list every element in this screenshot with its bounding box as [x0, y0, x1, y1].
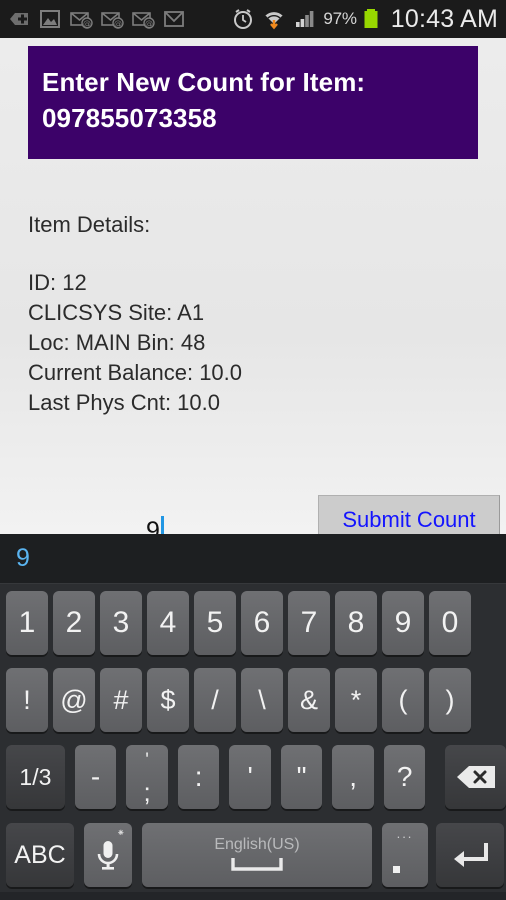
- page-title-line1: Enter New Count for Item:: [42, 67, 366, 97]
- key-at[interactable]: @: [53, 668, 95, 732]
- details-spacer: [28, 240, 468, 268]
- key-6[interactable]: 6: [241, 591, 283, 655]
- svg-text:@: @: [83, 19, 91, 28]
- suggestion-word[interactable]: 9: [16, 544, 30, 573]
- key-question[interactable]: ?: [383, 745, 426, 809]
- keyboard-number-row: 1 2 3 4 5 6 7 8 9 0: [0, 588, 506, 658]
- alarm-clock-icon: [234, 9, 253, 29]
- key-semicolon-main: ;: [143, 777, 151, 807]
- key-ampersand[interactable]: &: [288, 668, 330, 732]
- key-0[interactable]: 0: [429, 591, 471, 655]
- battery-full-icon: [364, 9, 378, 28]
- period-key-more-dots-icon: ...: [396, 826, 414, 841]
- space-key[interactable]: English(US): [142, 823, 372, 887]
- mic-settings-dots-icon: ⁕: [116, 828, 126, 839]
- key-quote[interactable]: ": [280, 745, 323, 809]
- keyboard-punctuation-row: 1/3 - ' ; : ' " , ?: [0, 742, 506, 812]
- key-symbol-page-toggle[interactable]: 1/3: [6, 745, 65, 809]
- key-dollar[interactable]: $: [147, 668, 189, 732]
- key-2[interactable]: 2: [53, 591, 95, 655]
- email-unread-icon-2: @: [101, 12, 124, 29]
- keyboard-suggestion-bar: 9: [0, 534, 506, 584]
- item-details-block: Item Details: ID: 12 CLICSYS Site: A1 Lo…: [28, 210, 468, 418]
- page-title-banner: Enter New Count for Item: 097855073358: [28, 46, 478, 159]
- key-slash[interactable]: /: [194, 668, 236, 732]
- key-7[interactable]: 7: [288, 591, 330, 655]
- detail-line-last-phys-count: Last Phys Cnt: 10.0: [28, 390, 220, 415]
- app-content: Enter New Count for Item: 097855073358 I…: [0, 38, 506, 560]
- key-semicolon-alt: ': [145, 750, 149, 771]
- key-hyphen[interactable]: -: [74, 745, 117, 809]
- key-4[interactable]: 4: [147, 591, 189, 655]
- svg-text:@: @: [145, 19, 153, 28]
- page-title-line2: 097855073358: [42, 103, 217, 133]
- key-comma[interactable]: ,: [332, 745, 374, 809]
- voice-input-key[interactable]: ⁕: [84, 823, 132, 887]
- key-9[interactable]: 9: [382, 591, 424, 655]
- status-bar-notification-icons: @ @ @: [6, 7, 230, 31]
- item-details-heading: Item Details:: [28, 212, 151, 237]
- wifi-download-icon: [264, 10, 284, 30]
- enter-key[interactable]: [436, 823, 504, 887]
- add-tag-icon: [10, 13, 28, 25]
- key-semicolon[interactable]: ' ;: [126, 745, 168, 809]
- key-paren-close[interactable]: ): [429, 668, 471, 732]
- key-5[interactable]: 5: [194, 591, 236, 655]
- key-8[interactable]: 8: [335, 591, 377, 655]
- key-hash[interactable]: #: [100, 668, 142, 732]
- keyboard-bottom-row: ABC ⁕ English(US) ...: [0, 819, 506, 891]
- keyboard-bottom-edge: [0, 892, 506, 900]
- key-apostrophe[interactable]: ': [229, 745, 271, 809]
- keyboard-symbol-row: ! @ # $ / \ & * ( ): [0, 665, 506, 735]
- key-asterisk[interactable]: *: [335, 668, 377, 732]
- period-key-dot-glyph: [393, 866, 400, 873]
- key-exclamation[interactable]: !: [6, 668, 48, 732]
- email-unread-icon-3: @: [132, 12, 155, 29]
- key-colon[interactable]: :: [177, 745, 220, 809]
- detail-line-id: ID: 12: [28, 270, 87, 295]
- space-key-language-label: English(US): [214, 836, 300, 853]
- cellular-signal-icon: [296, 11, 314, 27]
- soft-keyboard: 9 1 2 3 4 5 6 7 8 9 0 ! @ # $ / \ & * ( …: [0, 534, 506, 900]
- abc-mode-key[interactable]: ABC: [6, 823, 74, 887]
- key-1[interactable]: 1: [6, 591, 48, 655]
- battery-percent-label: 97%: [323, 9, 357, 28]
- detail-line-current-balance: Current Balance: 10.0: [28, 360, 243, 385]
- key-3[interactable]: 3: [100, 591, 142, 655]
- key-backslash[interactable]: \: [241, 668, 283, 732]
- phone-screen: @ @ @ 97% 10:43 AM Enter New Count for I…: [0, 0, 506, 900]
- key-paren-open[interactable]: (: [382, 668, 424, 732]
- status-bar-clock: 10:43 AM: [390, 4, 498, 33]
- detail-line-location-bin: Loc: MAIN Bin: 48: [28, 330, 206, 355]
- svg-text:@: @: [114, 19, 122, 28]
- spacebar-icon: [231, 858, 283, 871]
- backspace-key[interactable]: [445, 745, 506, 809]
- gmail-icon: [164, 11, 184, 27]
- period-key[interactable]: ...: [382, 823, 428, 887]
- microphone-icon: [97, 841, 119, 870]
- gallery-image-icon: [40, 10, 60, 28]
- backspace-icon: [456, 766, 495, 788]
- submit-count-label: Submit Count: [342, 507, 476, 532]
- detail-line-clicsys-site: CLICSYS Site: A1: [28, 300, 205, 325]
- status-bar: @ @ @ 97% 10:43 AM: [0, 0, 506, 38]
- status-bar-system-icons: 97% 10:43 AM: [230, 5, 498, 34]
- enter-return-icon: [454, 843, 488, 867]
- email-unread-icon-1: @: [70, 12, 93, 29]
